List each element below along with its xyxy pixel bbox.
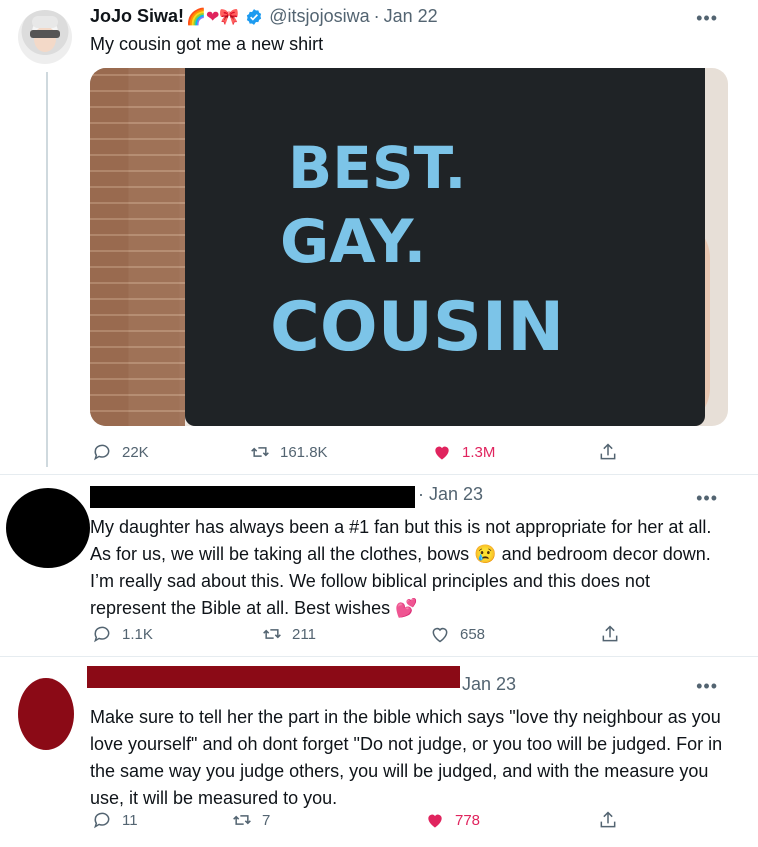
retweet-icon — [251, 447, 269, 457]
share-icon — [600, 811, 616, 828]
share-icon — [600, 443, 616, 460]
share-button[interactable] — [600, 624, 620, 644]
reply-tweet-2[interactable]: Jan 23 ••• Make sure to tell her the par… — [0, 660, 758, 847]
display-name[interactable]: JoJo Siwa! — [90, 6, 184, 27]
like-button[interactable]: 1.3M — [432, 442, 495, 462]
tweet-actions: 22K 161.8K 1.3M — [90, 442, 650, 466]
shirt-line-1: BEST. — [288, 134, 467, 202]
like-count: 1.3M — [462, 443, 496, 461]
tweet-date[interactable]: Jan 22 — [384, 6, 438, 27]
reply-count: 11 — [122, 811, 138, 829]
shirt-line-2: GAY. — [280, 206, 427, 277]
shirt-printed-text: BEST. GAY. COUSIN — [270, 134, 564, 364]
heart-filled-icon — [428, 814, 442, 828]
reply-actions: 1.1K 211 658 — [90, 624, 650, 648]
avatar-redacted[interactable] — [18, 678, 74, 750]
retweet-count: 7 — [262, 811, 271, 829]
reply-text: Make sure to tell her the part in the bi… — [90, 707, 723, 808]
share-button[interactable] — [598, 442, 618, 462]
tweet-text: My cousin got me a new shirt — [90, 34, 324, 54]
retweet-count: 211 — [292, 625, 316, 643]
retweet-count: 161.8K — [280, 443, 328, 461]
reply-count: 1.1K — [122, 625, 153, 643]
retweet-button[interactable]: 161.8K — [250, 442, 328, 462]
reply-tweet-1[interactable]: · Jan 23 ••• My daughter has always been… — [0, 476, 758, 654]
reply-count: 22K — [122, 443, 149, 461]
reply-actions: 11 7 778 — [90, 810, 650, 834]
heart-outline-icon — [432, 627, 448, 643]
more-options-icon[interactable]: ••• — [696, 488, 718, 509]
like-button[interactable]: 658 — [430, 624, 485, 644]
retweet-button[interactable]: 7 — [232, 810, 270, 830]
avatar[interactable] — [18, 10, 72, 64]
reply-button[interactable]: 11 — [92, 810, 138, 830]
tweet-divider — [0, 474, 758, 475]
reply-date[interactable]: · Jan 23 — [418, 484, 483, 505]
reply-button[interactable]: 1.1K — [92, 624, 153, 644]
heart-filled-icon — [435, 446, 449, 460]
reply-date[interactable]: Jan 23 — [462, 674, 516, 695]
more-options-icon[interactable]: ••• — [696, 8, 718, 29]
like-count: 778 — [455, 811, 481, 829]
retweet-icon — [233, 815, 251, 825]
reply-button[interactable]: 22K — [92, 442, 149, 462]
handle[interactable]: @itsjojosiwa — [269, 6, 369, 27]
reply-icon — [94, 626, 110, 643]
retweet-icon — [263, 629, 281, 639]
tweet-photo[interactable]: BEST. GAY. COUSIN — [90, 68, 728, 426]
like-count: 658 — [460, 625, 486, 643]
share-button[interactable] — [598, 810, 618, 830]
like-button[interactable]: 778 — [425, 810, 480, 830]
verified-badge-icon — [247, 8, 262, 25]
tweet-header: JoJo Siwa! 🌈❤🎀 @itsjojosiwa · Jan 22 — [90, 6, 438, 27]
redacted-username — [90, 486, 415, 508]
more-options-icon[interactable]: ••• — [696, 676, 718, 697]
redacted-username — [87, 666, 460, 688]
reply-text: My daughter has always been a #1 fan but… — [90, 517, 712, 618]
reply-icon — [94, 812, 110, 829]
reply-icon — [94, 444, 110, 461]
main-tweet[interactable]: JoJo Siwa! 🌈❤🎀 @itsjojosiwa · Jan 22 •••… — [0, 0, 758, 470]
shirt-line-3: COUSIN — [270, 287, 565, 367]
avatar-redacted[interactable] — [6, 488, 90, 568]
name-emojis: 🌈❤🎀 — [186, 8, 240, 26]
share-icon — [602, 625, 618, 642]
tweet-divider — [0, 656, 758, 657]
retweet-button[interactable]: 211 — [262, 624, 316, 644]
header-separator: · — [373, 6, 380, 26]
